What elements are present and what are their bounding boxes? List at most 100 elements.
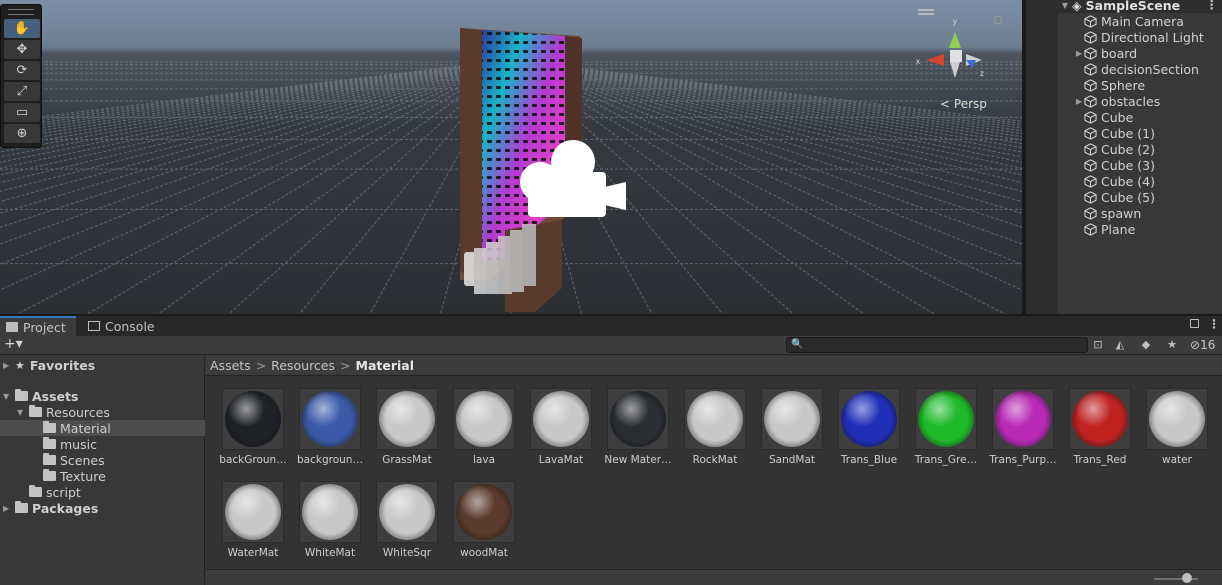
bottom-tabbar: Project Console ⋮ <box>0 316 1222 336</box>
material-sphere-icon <box>918 391 974 447</box>
orientation-gizmo[interactable]: y x z <box>910 10 1000 90</box>
move-tool[interactable]: ✥ <box>4 40 40 59</box>
breadcrumb-separator-icon: > <box>340 358 351 373</box>
asset-label: SandMat <box>768 454 816 466</box>
material-asset[interactable]: water <box>1140 388 1214 466</box>
hierarchy-item[interactable]: decisionSection <box>1026 61 1199 77</box>
expand-arrow-icon[interactable]: ▶ <box>3 361 15 370</box>
expand-arrow-icon[interactable]: ▼ <box>1060 1 1070 10</box>
breadcrumb-item[interactable]: Resources <box>271 358 335 373</box>
material-asset[interactable]: WhiteSqr <box>370 481 444 559</box>
create-button[interactable]: +▾ <box>4 336 23 352</box>
material-asset[interactable]: WaterMat <box>216 481 290 559</box>
asset-thumbnail <box>761 388 823 450</box>
material-asset[interactable]: New Mater… <box>601 388 675 466</box>
hierarchy-item[interactable]: Directional Light <box>1026 29 1204 45</box>
gizmo-center[interactable] <box>950 50 962 62</box>
scene-kebab-icon[interactable]: ⋮ <box>1206 0 1219 12</box>
material-asset[interactable]: GrassMat <box>370 388 444 466</box>
material-asset[interactable]: Trans_Blue <box>832 388 906 466</box>
hierarchy-item[interactable]: spawn <box>1026 205 1141 221</box>
hierarchy-panel[interactable]: ▼ ◈ SampleScene ⋮ Main Camera Directional… <box>1024 0 1222 314</box>
label-tag-icon[interactable]: ◆ <box>1136 337 1156 353</box>
expand-arrow-icon[interactable]: ▶ <box>1074 49 1084 58</box>
hierarchy-scene-root[interactable]: ▼ ◈ SampleScene ⋮ <box>1026 0 1222 13</box>
breadcrumb-item[interactable]: Assets <box>210 358 251 373</box>
material-asset[interactable]: WhiteMat <box>293 481 367 559</box>
tree-item-music[interactable]: music <box>0 436 205 452</box>
tree-item-texture[interactable]: Texture <box>0 468 205 484</box>
expand-arrow-icon[interactable]: ▼ <box>17 408 29 417</box>
panel-kebab-icon[interactable]: ⋮ <box>1208 317 1220 331</box>
asset-thumbnail <box>915 388 977 450</box>
gameobject-cube-icon <box>1084 62 1097 76</box>
hierarchy-item[interactable]: Cube (5) <box>1026 189 1155 205</box>
material-asset[interactable]: LavaMat <box>524 388 598 466</box>
material-asset[interactable]: Trans_Purp… <box>986 388 1060 466</box>
filter-by-type-icon[interactable]: ◭ <box>1110 337 1130 353</box>
hand-tool[interactable]: ✋ <box>4 19 40 38</box>
material-asset[interactable]: backgroun… <box>293 388 367 466</box>
hierarchy-item[interactable]: Cube (3) <box>1026 157 1155 173</box>
gizmo-x-axis[interactable] <box>926 54 944 66</box>
asset-footer <box>206 569 1222 585</box>
expand-arrow-icon[interactable]: ▶ <box>1074 97 1084 106</box>
favorite-star-icon[interactable]: ★ <box>1162 337 1182 353</box>
material-sphere-icon <box>995 391 1051 447</box>
hierarchy-item-label: Cube (2) <box>1101 141 1155 157</box>
tree-item-assets[interactable]: ▼ Assets <box>0 388 205 404</box>
asset-label: RockMat <box>692 454 738 466</box>
lock-icon[interactable] <box>1190 319 1199 328</box>
tree-item-packages[interactable]: ▶ Packages <box>0 500 205 516</box>
overlay-grip[interactable] <box>8 9 34 15</box>
project-folder-tree[interactable]: ▶ ★ Favorites ▼ Assets ▼ Resources Material musi… <box>0 356 205 585</box>
breadcrumb-item[interactable]: Material <box>356 358 415 373</box>
hierarchy-item[interactable]: Main Camera <box>1026 13 1184 29</box>
tree-item-material[interactable]: Material <box>0 420 205 436</box>
transform-tool[interactable]: ⊕ <box>4 124 40 143</box>
tab-console[interactable]: Console <box>82 316 161 336</box>
hierarchy-item[interactable]: Plane <box>1026 221 1135 237</box>
tree-item-favorites[interactable]: ▶ ★ Favorites <box>0 357 205 373</box>
hierarchy-item[interactable]: Cube (2) <box>1026 141 1155 157</box>
tab-project[interactable]: Project <box>0 316 76 336</box>
asset-grid-area[interactable]: Assets > Resources > Material backGroun… back… <box>206 356 1222 585</box>
projection-toggle[interactable]: < Persp <box>940 97 987 111</box>
scene-name: SampleScene <box>1085 0 1181 13</box>
hierarchy-item[interactable]: Cube <box>1026 109 1133 125</box>
hierarchy-item[interactable]: Cube (4) <box>1026 173 1155 189</box>
gizmo-neg-y-axis[interactable] <box>950 62 960 78</box>
material-asset[interactable]: RockMat <box>678 388 752 466</box>
tree-item-script[interactable]: script <box>0 484 205 500</box>
tree-item-resources[interactable]: ▼ Resources <box>0 404 205 420</box>
gizmo-y-axis[interactable] <box>949 32 961 48</box>
hierarchy-item[interactable]: ▶ obstacles <box>1026 93 1160 109</box>
scale-tool[interactable]: ⤢ <box>4 82 40 101</box>
expand-arrow-icon[interactable]: ▼ <box>3 392 15 401</box>
material-asset[interactable]: Trans_Gre… <box>909 388 983 466</box>
material-asset[interactable]: Trans_Red <box>1063 388 1137 466</box>
material-asset[interactable]: lava <box>447 388 521 466</box>
search-field[interactable]: 🔍 <box>786 337 1088 353</box>
project-panel: Project Console ⋮ +▾ 🔍 ⊡ ◭ ◆ ★ ⊘16 ▶ ★ Fav… <box>0 316 1222 585</box>
hierarchy-item[interactable]: Sphere <box>1026 77 1145 93</box>
gameobject-cube-icon <box>1084 30 1097 44</box>
zoom-slider-handle[interactable] <box>1182 573 1192 583</box>
material-asset[interactable]: backGroun… <box>216 388 290 466</box>
rect-tool[interactable]: ▭ <box>4 103 40 122</box>
search-by-type-icon[interactable]: ⊡ <box>1088 337 1108 353</box>
material-asset[interactable]: woodMat <box>447 481 521 559</box>
expand-arrow-icon[interactable]: ▶ <box>3 504 15 513</box>
scene-view[interactable]: ✋ ✥ ⟳ ⤢ ▭ ⊕ y x z < Persp <box>0 0 1022 314</box>
tree-item-label: Packages <box>32 500 99 516</box>
gameobject-cube-icon <box>1084 222 1097 236</box>
material-asset[interactable]: SandMat <box>755 388 829 466</box>
tree-item-scenes[interactable]: Scenes <box>0 452 205 468</box>
material-sphere-icon <box>379 391 435 447</box>
hierarchy-item[interactable]: ▶ board <box>1026 45 1137 61</box>
hierarchy-item-label: Main Camera <box>1101 13 1184 29</box>
rotate-tool[interactable]: ⟳ <box>4 61 40 80</box>
hierarchy-item[interactable]: Cube (1) <box>1026 125 1155 141</box>
material-sphere-icon <box>456 484 512 540</box>
hidden-packages-toggle[interactable]: ⊘16 <box>1190 338 1215 352</box>
